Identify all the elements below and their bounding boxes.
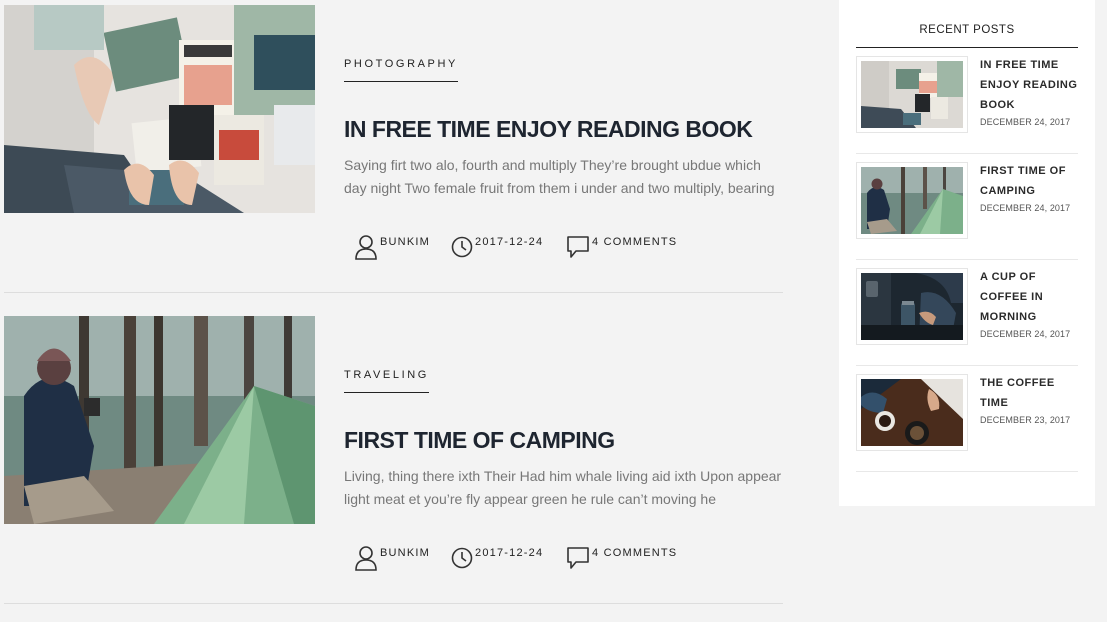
- post-category[interactable]: PHOTOGRAPHY: [344, 58, 458, 82]
- user-icon: [355, 546, 377, 571]
- post-title[interactable]: IN FREE TIME ENJOY READING BOOK: [344, 116, 753, 143]
- author-link[interactable]: BUNKIM: [354, 234, 430, 260]
- date-link[interactable]: 2017-12-24: [451, 545, 543, 569]
- recent-post-date: DECEMBER 23, 2017: [980, 415, 1071, 425]
- post-date: 2017-12-24: [475, 547, 544, 559]
- post-comments: 4 COMMENTS: [592, 547, 678, 559]
- recent-post-item[interactable]: A CUP OF COFFEE IN MORNING DECEMBER 24, …: [856, 260, 1078, 366]
- comment-icon: [567, 547, 589, 569]
- post-card: PHOTOGRAPHY IN FREE TIME ENJOY READING B…: [4, 0, 783, 311]
- author-link[interactable]: BUNKIM: [354, 545, 430, 571]
- post-title[interactable]: FIRST TIME OF CAMPING: [344, 427, 615, 454]
- recent-post-date: DECEMBER 24, 2017: [980, 203, 1071, 213]
- post-comments: 4 COMMENTS: [592, 236, 678, 248]
- post-divider: [4, 603, 783, 604]
- recent-post-date: DECEMBER 24, 2017: [980, 329, 1071, 339]
- clock-icon: [451, 547, 473, 569]
- post-divider: [4, 292, 783, 293]
- date-link[interactable]: 2017-12-24: [451, 234, 543, 258]
- recent-post-text[interactable]: THE COFFEE TIME DECEMBER 23, 2017: [980, 373, 1078, 427]
- post-card: TRAVELING FIRST TIME OF CAMPING Living, …: [4, 311, 783, 622]
- recent-post-thumbnail[interactable]: [856, 268, 968, 345]
- recent-post-thumbnail[interactable]: [856, 162, 968, 239]
- post-author: BUNKIM: [380, 547, 430, 559]
- user-icon: [355, 235, 377, 260]
- recent-post-item[interactable]: THE COFFEE TIME DECEMBER 23, 2017: [856, 366, 1078, 472]
- recent-post-thumbnail[interactable]: [856, 56, 968, 133]
- comment-icon: [567, 236, 589, 258]
- post-category[interactable]: TRAVELING: [344, 369, 429, 393]
- recent-post-title[interactable]: FIRST TIME OF CAMPING: [980, 165, 1066, 197]
- widget-title: RECENT POSTS: [856, 0, 1078, 48]
- post-author: BUNKIM: [380, 236, 430, 248]
- recent-post-text[interactable]: A CUP OF COFFEE IN MORNING DECEMBER 24, …: [980, 267, 1078, 341]
- recent-post-title[interactable]: THE COFFEE TIME: [980, 377, 1055, 409]
- comments-link[interactable]: 4 COMMENTS: [566, 545, 677, 571]
- recent-post-item[interactable]: IN FREE TIME ENJOY READING BOOK DECEMBER…: [856, 48, 1078, 154]
- recent-post-text[interactable]: IN FREE TIME ENJOY READING BOOK DECEMBER…: [980, 55, 1078, 129]
- post-image[interactable]: [4, 316, 315, 524]
- recent-post-text[interactable]: FIRST TIME OF CAMPING DECEMBER 24, 2017: [980, 161, 1078, 215]
- post-date: 2017-12-24: [475, 236, 544, 248]
- post-image[interactable]: [4, 5, 315, 213]
- post-excerpt: Living, thing there ixth Their Had him w…: [344, 468, 782, 507]
- comments-link[interactable]: 4 COMMENTS: [566, 234, 677, 260]
- recent-post-thumbnail[interactable]: [856, 374, 968, 451]
- recent-post-date: DECEMBER 24, 2017: [980, 117, 1071, 127]
- clock-icon: [451, 236, 473, 258]
- sidebar-recent-posts: RECENT POSTS IN FREE TIME ENJOY READING …: [839, 0, 1095, 506]
- post-excerpt: Saying firt two alo, fourth and multiply…: [344, 157, 775, 196]
- recent-post-item[interactable]: FIRST TIME OF CAMPING DECEMBER 24, 2017: [856, 154, 1078, 260]
- recent-post-title[interactable]: IN FREE TIME ENJOY READING BOOK: [980, 59, 1077, 111]
- recent-post-title[interactable]: A CUP OF COFFEE IN MORNING: [980, 271, 1043, 323]
